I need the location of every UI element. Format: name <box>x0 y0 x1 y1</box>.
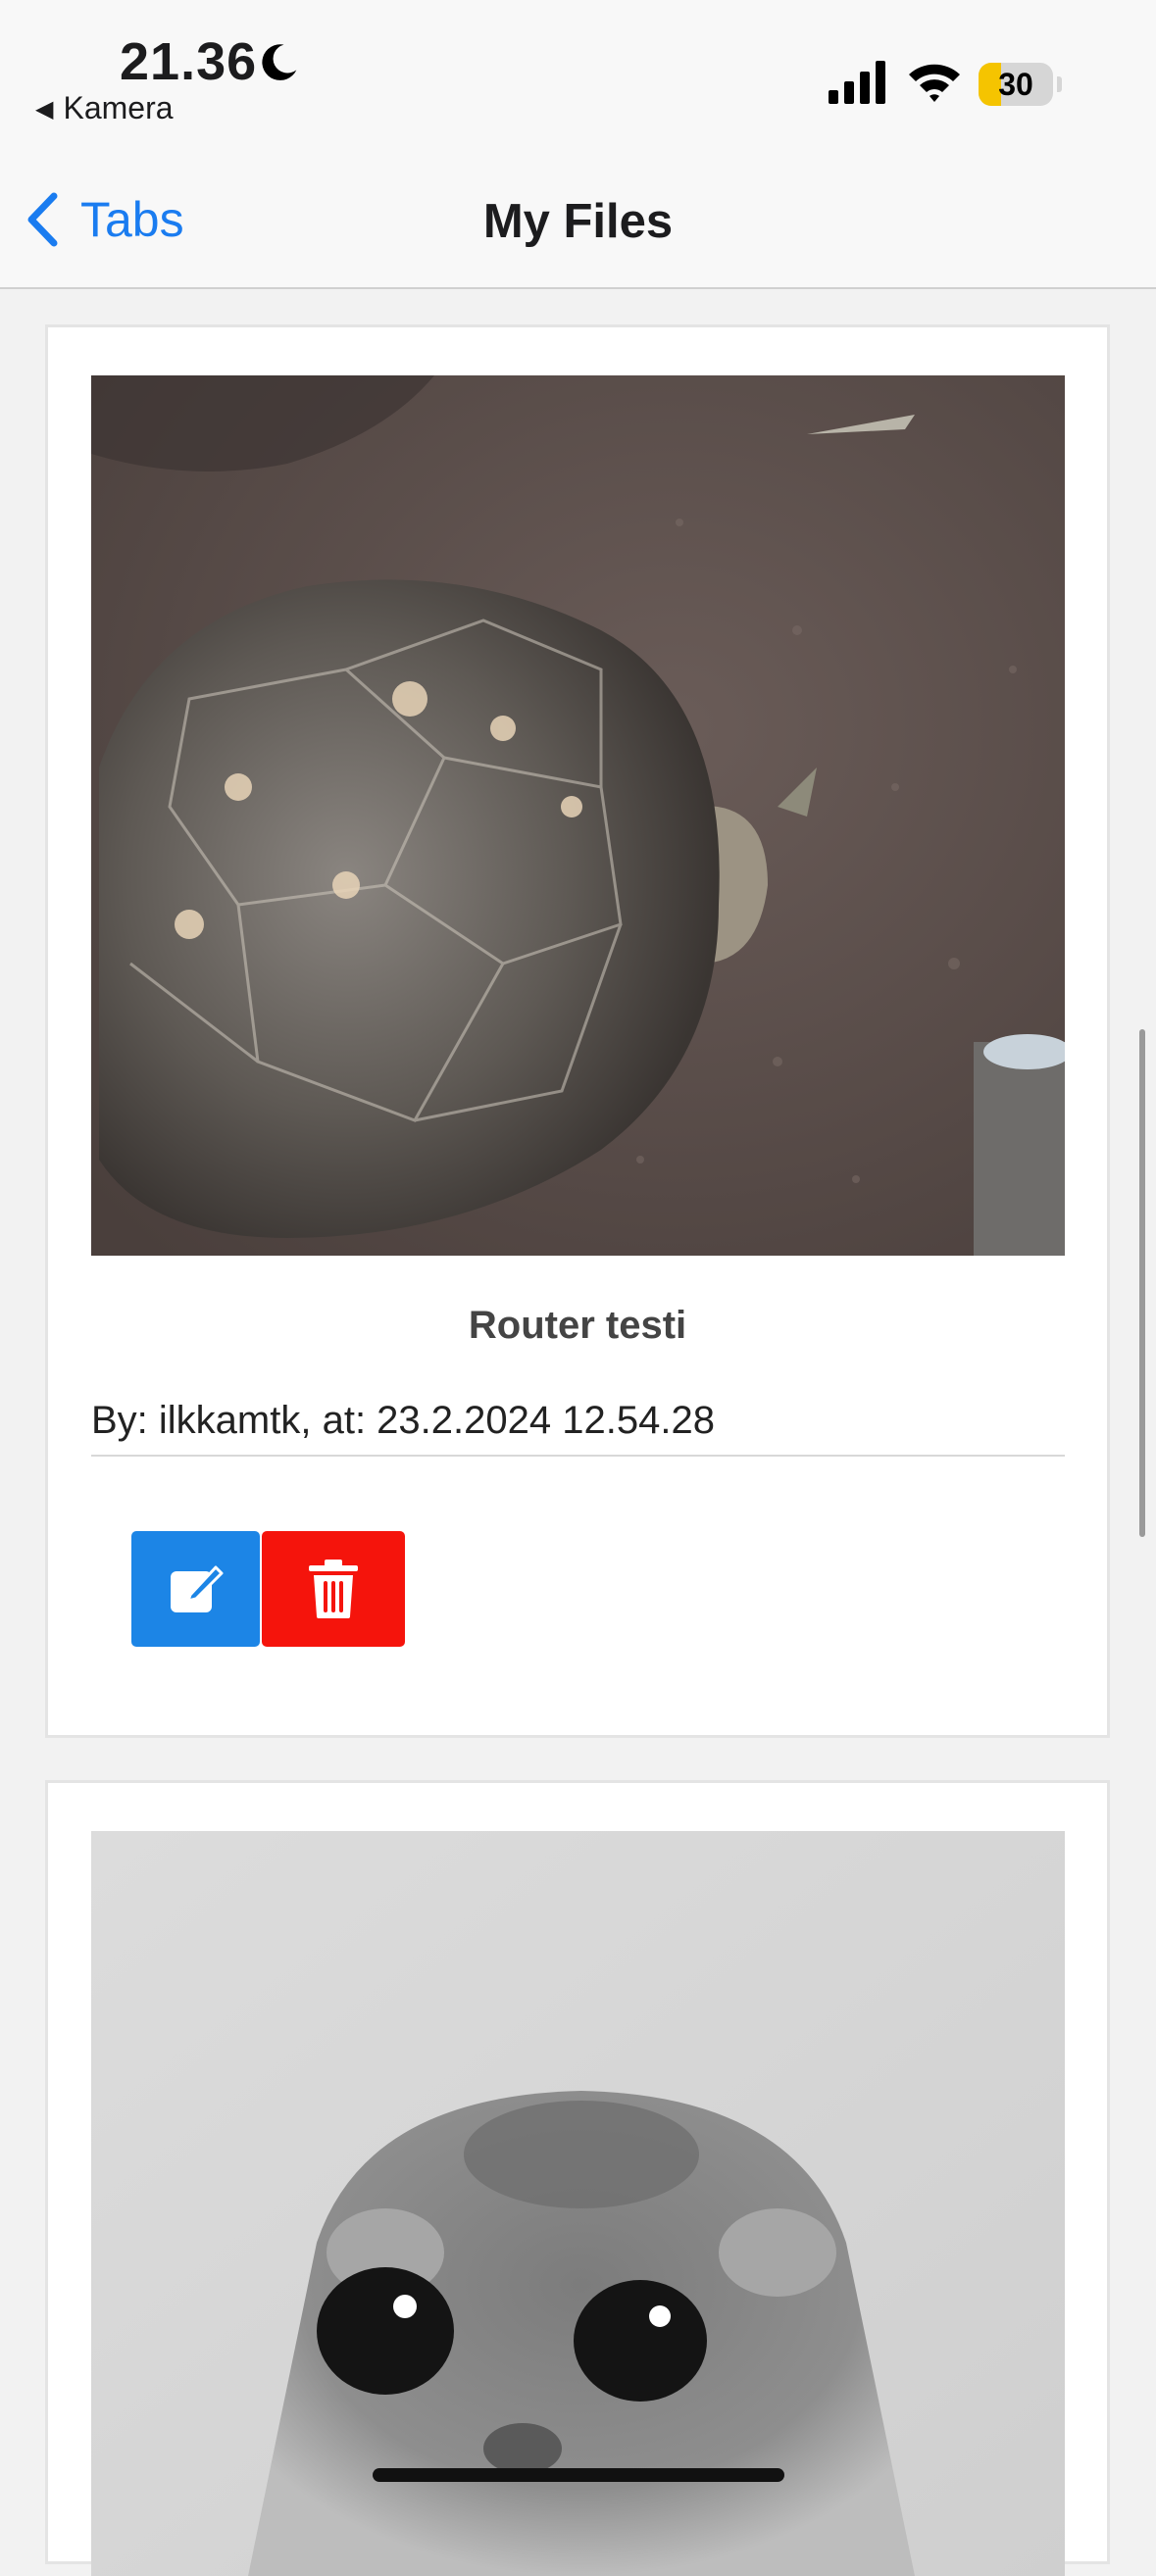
scrollbar[interactable] <box>1139 1029 1145 1537</box>
file-title: Router testi <box>468 1304 687 1347</box>
moon-icon <box>262 44 297 80</box>
tortoise-photo <box>91 375 1065 1256</box>
delete-button[interactable] <box>262 1531 405 1647</box>
cellular-signal-icon <box>829 61 885 104</box>
back-triangle-icon: ◀ <box>35 96 54 123</box>
file-card <box>45 1780 1110 2576</box>
file-card: Router testi By: ilkkamtk, at: 23.2.2024… <box>45 324 1110 1738</box>
status-bar: 21.36 ◀ Kamera 30 <box>0 0 1156 157</box>
navigation-bar: Tabs My Files <box>0 157 1156 289</box>
edit-icon <box>170 1565 223 1612</box>
trash-icon <box>309 1560 358 1618</box>
edit-button[interactable] <box>131 1531 260 1647</box>
wifi-icon <box>909 64 960 102</box>
back-app-label: Kamera <box>63 90 174 125</box>
page-title: My Files <box>482 195 674 248</box>
battery-indicator: 30 <box>979 63 1053 106</box>
file-meta: By: ilkkamtk, at: 23.2.2024 12.54.28 <box>91 1399 1065 1457</box>
home-indicator[interactable] <box>373 2468 784 2482</box>
status-time: 21.36 <box>120 32 258 91</box>
hamster-photo <box>91 1831 1065 2576</box>
back-to-app-link[interactable]: ◀ Kamera <box>35 90 174 126</box>
file-thumbnail[interactable] <box>91 1831 1065 2576</box>
battery-level: 30 <box>998 67 1033 102</box>
battery-cap <box>1057 76 1062 92</box>
file-thumbnail[interactable] <box>91 375 1065 1256</box>
